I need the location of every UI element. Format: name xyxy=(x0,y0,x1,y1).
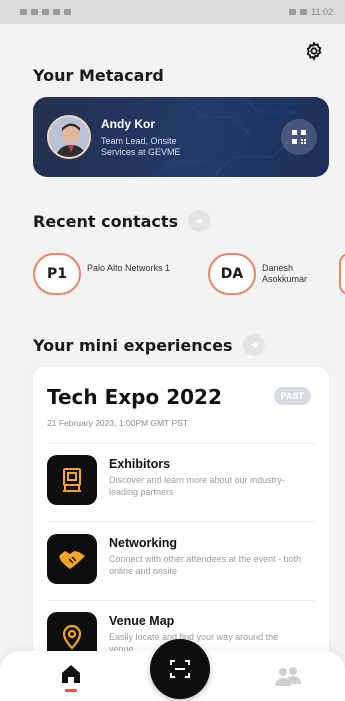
feature-description: Discover and learn more about our indust… xyxy=(109,475,285,497)
active-tab-indicator xyxy=(65,689,77,692)
settings-button[interactable] xyxy=(303,40,325,62)
notification-icon xyxy=(31,9,38,15)
mini-experiences-label: Your mini experiences xyxy=(33,335,233,355)
feature-title: Exhibitors xyxy=(109,457,171,471)
warning-icon xyxy=(53,9,60,15)
nav-people-button[interactable] xyxy=(273,665,303,692)
contact-item-partial[interactable] xyxy=(339,253,345,295)
event-date: 21 February 2023, 1:00PM GMT PST xyxy=(47,418,189,428)
feature-title: Venue Map xyxy=(109,614,175,628)
contact-name: Danesh Asokkumar xyxy=(262,263,308,284)
mini-experiences-more-button[interactable] xyxy=(242,334,265,356)
arrow-right-icon xyxy=(196,217,204,225)
metacard-section-title: Your Metacard xyxy=(33,66,164,85)
contact-name: Palo Alto Networks 1 xyxy=(87,263,171,273)
divider xyxy=(47,600,315,601)
contact-item[interactable]: P1 Palo Alto Networks 1 xyxy=(33,253,195,295)
contact-initials: P1 xyxy=(33,253,81,295)
exhibitor-booth-icon xyxy=(47,455,97,505)
qr-code-icon xyxy=(292,130,306,144)
recent-contacts-label: Recent contacts xyxy=(33,211,179,231)
feature-exhibitors[interactable]: Exhibitors Discover and learn more about… xyxy=(47,455,307,511)
feature-title: Networking xyxy=(109,536,178,550)
handshake-icon xyxy=(47,534,97,584)
signal-icon xyxy=(20,9,27,15)
scan-button[interactable] xyxy=(150,639,210,699)
metacard[interactable]: Andy Kor Team Lead, Onsite Services at G… xyxy=(33,97,329,177)
recent-contacts-title: Recent contacts xyxy=(33,210,211,232)
status-right-icons: 11:02 xyxy=(289,7,333,17)
feature-networking[interactable]: Networking Connect with other attendees … xyxy=(47,534,307,590)
status-time: 11:02 xyxy=(311,7,333,17)
feature-description: Connect with other attendees at the even… xyxy=(109,554,302,576)
warning-icon xyxy=(42,9,49,15)
gear-icon xyxy=(306,41,322,61)
mini-experiences-title: Your mini experiences xyxy=(33,334,265,356)
scan-icon xyxy=(170,660,190,678)
event-title: Tech Expo 2022 xyxy=(47,385,222,409)
status-left-icons xyxy=(20,9,71,15)
notification-icon xyxy=(64,9,71,15)
wifi-icon xyxy=(289,9,297,15)
status-badge: PAST xyxy=(273,387,311,405)
home-icon xyxy=(62,665,80,683)
battery-icon xyxy=(300,9,308,15)
recent-contacts-more-button[interactable] xyxy=(188,210,211,232)
card-holder-name: Andy Kor xyxy=(101,117,155,131)
arrow-right-icon xyxy=(250,341,258,349)
divider xyxy=(47,521,315,522)
avatar xyxy=(47,115,91,159)
contact-initials: DA xyxy=(208,253,256,295)
nav-home-button[interactable] xyxy=(58,663,84,693)
contact-item[interactable]: DA Danesh Asokkumar xyxy=(208,253,332,295)
status-bar: 11:02 xyxy=(0,0,345,24)
card-holder-role: Team Lead, Onsite Services at GEVME xyxy=(101,136,181,157)
divider xyxy=(47,443,315,444)
people-icon xyxy=(275,667,301,686)
qr-code-button[interactable] xyxy=(281,119,317,155)
